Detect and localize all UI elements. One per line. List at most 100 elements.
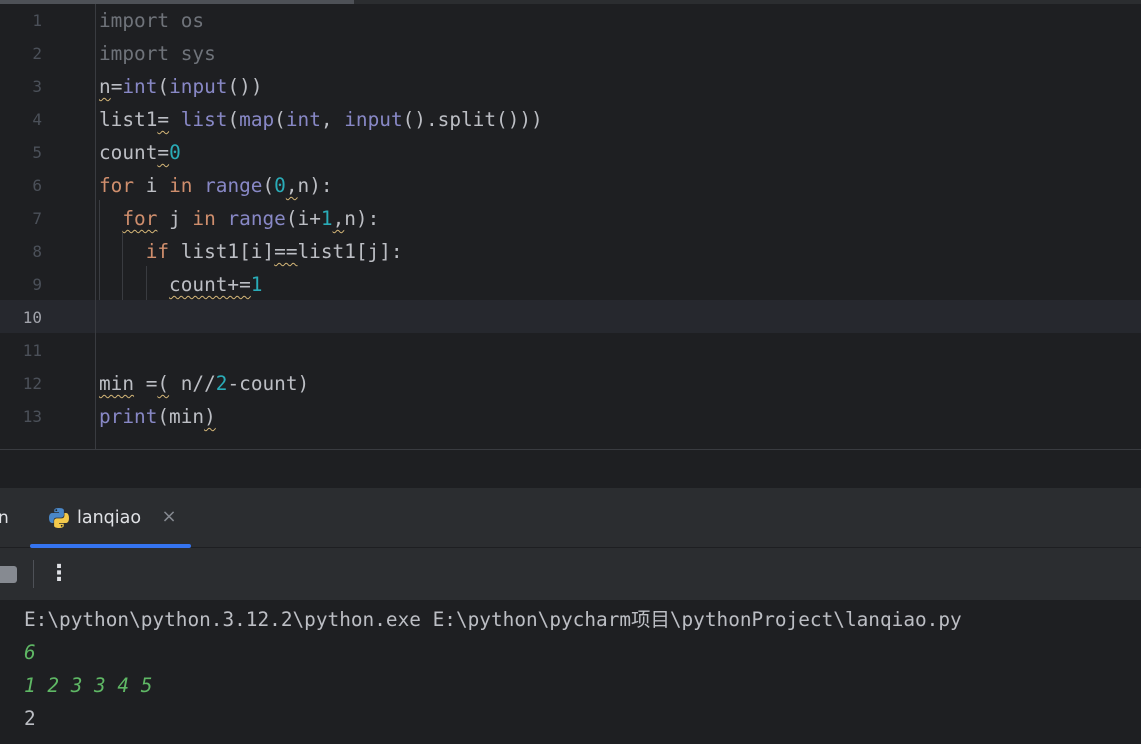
code-token: 0 — [274, 174, 286, 197]
line-number: 1 — [32, 11, 42, 30]
code-token: int — [285, 108, 321, 131]
code-token: count — [99, 141, 158, 164]
code-token: = — [110, 75, 123, 98]
code-token: input — [169, 75, 228, 98]
code-token: count+= — [169, 273, 251, 296]
line-number: 11 — [22, 341, 42, 360]
code-text: for j in range(i+1,n): — [99, 202, 379, 235]
close-icon[interactable]: × — [160, 508, 178, 526]
code-line[interactable]: 9 count+=1 — [0, 268, 1141, 301]
code-token: in — [192, 207, 216, 230]
code-token: os — [169, 9, 205, 32]
code-token: import — [99, 42, 170, 65]
code-token: 1 — [320, 207, 333, 230]
more-vertical-icon[interactable]: ⋮ — [48, 559, 70, 589]
code-text: n=int(input()) — [99, 70, 263, 103]
code-token: i — [134, 174, 170, 197]
code-text: for i in range(0,n): — [99, 169, 333, 202]
code-token: ( — [157, 75, 170, 98]
code-token: = — [157, 141, 170, 164]
code-token: if — [145, 240, 170, 263]
tab-lanqiao[interactable]: lanqiao × — [30, 488, 191, 548]
code-token: int — [122, 75, 158, 98]
line-number: 7 — [32, 209, 42, 228]
console-command-line: E:\python\python.3.12.2\python.exe E:\py… — [24, 608, 962, 631]
code-text: print(min) — [99, 400, 216, 433]
panel-gap — [0, 450, 1141, 488]
code-token: ( — [262, 174, 275, 197]
code-line[interactable]: 13 print(min) — [0, 400, 1141, 433]
python-icon — [49, 508, 69, 528]
code-line[interactable]: 10 — [0, 301, 1141, 334]
code-token: ()) — [227, 75, 263, 98]
code-text: count=0 — [99, 136, 181, 169]
console-input-line: 6 — [24, 641, 36, 664]
console-input-line: 1 2 3 3 4 5 — [24, 674, 153, 697]
code-text: import sys — [99, 37, 216, 70]
line-number: 10 — [22, 308, 42, 327]
line-number: 6 — [32, 176, 42, 195]
line-number: 12 — [22, 374, 42, 393]
code-token: range — [227, 207, 286, 230]
code-token: 1 — [250, 273, 263, 296]
code-token: ) — [204, 405, 216, 428]
code-line[interactable]: 3 n=int(input()) — [0, 70, 1141, 103]
code-token: map — [239, 108, 275, 131]
line-number: 8 — [32, 242, 42, 261]
console-output-line: 2 — [24, 707, 36, 730]
code-token: ( — [227, 108, 240, 131]
stop-icon[interactable] — [0, 566, 17, 583]
code-token: import — [99, 9, 170, 32]
code-token: print — [99, 405, 158, 428]
code-line[interactable]: 4 list1= list(map(int, input().split())) — [0, 103, 1141, 136]
code-line[interactable]: 11 — [0, 334, 1141, 367]
code-token: list1 — [99, 108, 158, 131]
code-token: n): — [344, 207, 380, 230]
code-text: count+=1 — [99, 268, 262, 301]
code-token: 2 — [215, 372, 228, 395]
code-token: list — [180, 108, 228, 131]
code-line[interactable]: 6 for i in range(0,n): — [0, 169, 1141, 202]
code-token: n — [99, 75, 111, 98]
code-token: n// — [169, 372, 216, 395]
code-token: for — [122, 207, 158, 230]
code-token: for — [99, 174, 135, 197]
code-line[interactable]: 8 if list1[i]==list1[j]: — [0, 235, 1141, 268]
run-toolbar: ⋮ — [0, 548, 1141, 600]
code-text: min =( n//2-count) — [99, 367, 309, 400]
code-token: , — [332, 207, 345, 230]
code-line[interactable]: 1 import os — [0, 4, 1141, 37]
code-token: = — [134, 372, 158, 395]
code-text: if list1[i]==list1[j]: — [99, 235, 403, 268]
code-token: list1[i] — [169, 240, 275, 263]
line-number: 3 — [32, 77, 42, 96]
line-number: 4 — [32, 110, 42, 129]
code-line[interactable]: 7 for j in range(i+1,n): — [0, 202, 1141, 235]
code-token: range — [204, 174, 263, 197]
code-line[interactable]: 12 min =( n//2-count) — [0, 367, 1141, 400]
line-number: 13 — [22, 407, 42, 426]
line-number: 5 — [32, 143, 42, 162]
code-line[interactable]: 5 count=0 — [0, 136, 1141, 169]
code-token: (i+ — [285, 207, 321, 230]
code-token: ( — [274, 108, 286, 131]
line-number: 2 — [32, 44, 42, 63]
tab-partial-run[interactable]: n — [0, 488, 9, 548]
code-token: ( — [157, 372, 170, 395]
code-token: ().split())) — [402, 108, 543, 131]
code-line[interactable]: 2 import sys — [0, 37, 1141, 70]
code-text: list1= list(map(int, input().split())) — [99, 103, 543, 136]
run-tool-window-header: n lanqiao × — [0, 488, 1141, 548]
code-token: sys — [169, 42, 216, 65]
code-token: 0 — [169, 141, 181, 164]
code-token: in — [169, 174, 193, 197]
code-editor[interactable]: 1 import os 2 import sys 3 n=int(input()) 4 lis… — [0, 0, 1141, 450]
code-token: list1[j]: — [297, 240, 403, 263]
code-token: j — [157, 207, 193, 230]
run-console[interactable]: E:\python\python.3.12.2\python.exe E:\py… — [0, 600, 1141, 744]
